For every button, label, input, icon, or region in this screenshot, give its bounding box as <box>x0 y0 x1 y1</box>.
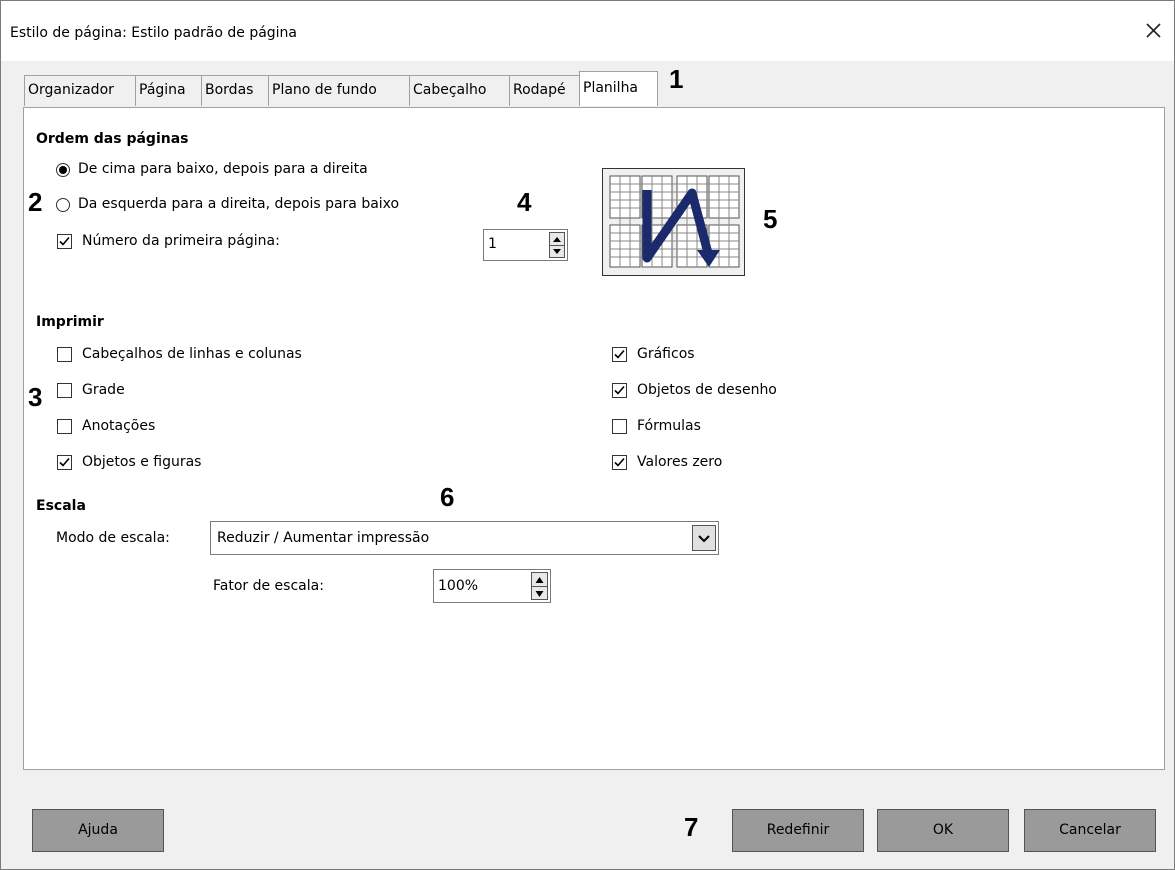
chevron-down-icon[interactable] <box>692 525 716 551</box>
zero-values-label: Valores zero <box>637 454 723 470</box>
checkbox-comments[interactable] <box>57 419 72 434</box>
checkmark-icon <box>614 385 625 395</box>
cancel-button[interactable]: Cancelar <box>1024 809 1156 852</box>
comments-label: Anotações <box>82 418 156 434</box>
checkbox-objects-graphics[interactable] <box>57 455 72 470</box>
checkbox-grid[interactable] <box>57 383 72 398</box>
objects-graphics-label: Objetos e figuras <box>82 454 202 470</box>
title-bar: Estilo de página: Estilo padrão de págin… <box>1 1 1174 61</box>
checkbox-row-col-headers[interactable] <box>57 347 72 362</box>
checkbox-formulas[interactable] <box>612 419 627 434</box>
page-order-preview-icon <box>602 168 745 276</box>
annotation-7: 7 <box>684 812 699 842</box>
annotation-5: 5 <box>763 204 778 234</box>
tab-bordas[interactable]: Bordas <box>201 75 269 106</box>
checkmark-icon <box>59 236 70 246</box>
tab-planilha[interactable]: Planilha <box>579 71 658 106</box>
grid-label: Grade <box>82 382 125 398</box>
annotation-2: 2 <box>28 187 43 217</box>
scale-factor-spinner[interactable]: 100% <box>433 569 551 603</box>
annotation-6: 6 <box>440 482 455 512</box>
page-order-heading: Ordem das páginas <box>36 131 189 147</box>
close-icon[interactable] <box>1139 15 1169 45</box>
checkbox-zero-values[interactable] <box>612 455 627 470</box>
tab-cabecalho[interactable]: Cabeçalho <box>409 75 510 106</box>
scale-factor-label: Fator de escala: <box>213 578 324 594</box>
row-col-headers-label: Cabeçalhos de linhas e colunas <box>82 346 302 362</box>
checkmark-icon <box>614 457 625 467</box>
tab-organizador[interactable]: Organizador <box>24 75 136 106</box>
tab-pagina[interactable]: Página <box>135 75 202 106</box>
tab-plano-de-fundo[interactable]: Plano de fundo <box>268 75 410 106</box>
spin-arrows-icon[interactable] <box>549 232 565 258</box>
first-page-number-value: 1 <box>488 236 497 252</box>
radio-top-down-label: DDe cima para baixo, depois para a direi… <box>78 161 368 177</box>
reset-button[interactable]: Redefinir <box>732 809 864 852</box>
annotation-1: 1 <box>669 64 684 94</box>
tab-rodape[interactable]: Rodapé <box>509 75 580 106</box>
radio-top-down-text: De cima para baixo, depois para a direit… <box>78 161 368 177</box>
annotation-3: 3 <box>28 382 43 412</box>
scale-heading: Escala <box>36 498 86 514</box>
charts-label: Gráficos <box>637 346 695 362</box>
help-button[interactable]: Ajuda <box>32 809 164 852</box>
radio-top-down[interactable] <box>56 163 70 177</box>
scale-factor-value: 100% <box>438 578 479 594</box>
checkbox-charts[interactable] <box>612 347 627 362</box>
checkmark-icon <box>614 349 625 359</box>
formulas-label: Fórmulas <box>637 418 701 434</box>
drawing-objects-label: Objetos de desenho <box>637 382 777 398</box>
annotation-4: 4 <box>517 187 532 217</box>
scale-mode-select[interactable]: Reduzir / Aumentar impressão <box>210 521 719 555</box>
first-page-number-label: Número da primeira página: <box>82 233 280 249</box>
print-heading: Imprimir <box>36 314 104 330</box>
checkbox-drawing-objects[interactable] <box>612 383 627 398</box>
first-page-number-spinner[interactable]: 1 <box>483 229 568 261</box>
radio-left-right-label: Da esquerda para a direita, depois para … <box>78 196 400 212</box>
scale-mode-label: Modo de escala: <box>56 530 170 546</box>
checkmark-icon <box>59 457 70 467</box>
radio-left-right[interactable] <box>56 198 70 212</box>
scale-mode-value: Reduzir / Aumentar impressão <box>217 530 430 546</box>
ok-button[interactable]: OK <box>877 809 1009 852</box>
checkbox-first-page-number[interactable] <box>57 234 72 249</box>
window-title: Estilo de página: Estilo padrão de págin… <box>10 25 298 41</box>
spin-arrows-icon[interactable] <box>531 572 548 600</box>
